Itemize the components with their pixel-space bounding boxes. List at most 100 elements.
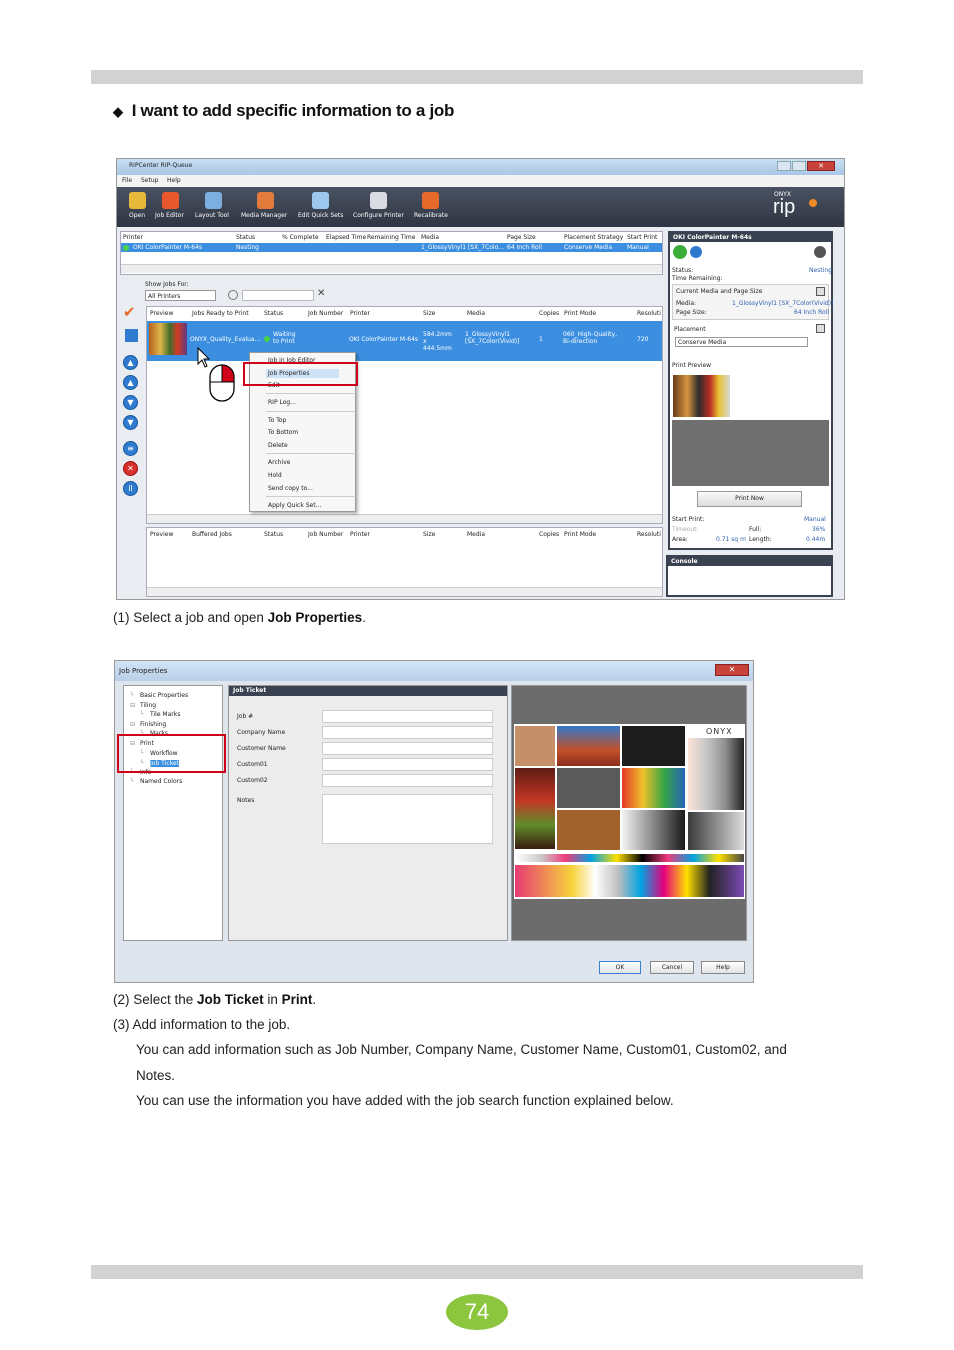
help-button[interactable]: Help bbox=[701, 961, 745, 974]
job-editor-icon[interactable] bbox=[162, 192, 179, 209]
printer-table: Printer Status % Complete Elapsed Time Remai… bbox=[120, 231, 663, 275]
search-input[interactable] bbox=[242, 290, 314, 301]
toolbar-job-editor[interactable]: Job Editor bbox=[155, 212, 184, 219]
printer-row-cell: Conserve Media bbox=[564, 244, 613, 251]
tree-item[interactable]: Tile Marks bbox=[150, 711, 180, 718]
context-menu-item[interactable]: Send copy to... bbox=[268, 485, 313, 492]
context-menu-item[interactable]: To Top bbox=[268, 417, 286, 424]
job-resolution: 720 bbox=[637, 336, 649, 343]
buffered-col-header: Media bbox=[467, 531, 486, 538]
placement-settings-icon[interactable] bbox=[816, 324, 825, 333]
printer-table-scrollbar[interactable] bbox=[121, 264, 662, 273]
check-icon[interactable]: ✔ bbox=[123, 305, 136, 320]
move-top-icon[interactable]: ▲ bbox=[123, 355, 138, 370]
media-manager-icon[interactable] bbox=[257, 192, 274, 209]
menu-help[interactable]: Help bbox=[167, 177, 181, 184]
show-jobs-select[interactable]: All Printers bbox=[145, 290, 216, 301]
menu-separator bbox=[266, 393, 354, 394]
context-menu-item[interactable]: To Bottom bbox=[268, 429, 298, 436]
recalibrate-icon[interactable] bbox=[422, 192, 439, 209]
jobs-col-header: Copies bbox=[539, 310, 560, 317]
context-menu-item[interactable]: Delete bbox=[268, 442, 288, 449]
buffered-col-header: Printer bbox=[350, 531, 370, 538]
field-input[interactable] bbox=[322, 742, 493, 755]
buffered-table-scrollbar[interactable] bbox=[147, 587, 662, 596]
tree-item[interactable]: Finishing bbox=[140, 721, 166, 728]
configure-printer-icon[interactable] bbox=[370, 192, 387, 209]
tree-item[interactable]: Named Colors bbox=[140, 778, 182, 785]
ok-button[interactable]: OK bbox=[599, 961, 641, 974]
menu-setup[interactable]: Setup bbox=[141, 177, 158, 184]
close-button[interactable]: ✕ bbox=[807, 161, 835, 171]
toolbar-media-manager[interactable]: Media Manager bbox=[241, 212, 287, 219]
toolbar-edit-quick-sets[interactable]: Edit Quick Sets bbox=[298, 212, 343, 219]
caption-step-2: (2) Select the Job Ticket in Print. bbox=[113, 992, 317, 1007]
edit-quick-sets-icon[interactable] bbox=[312, 192, 329, 209]
tree-item[interactable]: Tiling bbox=[140, 702, 156, 709]
delete-icon[interactable]: ✕ bbox=[123, 461, 138, 476]
clear-search-icon[interactable]: ✕ bbox=[317, 288, 325, 299]
context-menu-item[interactable]: RIP Log... bbox=[268, 399, 296, 406]
pause-icon[interactable]: ll bbox=[123, 481, 138, 496]
search-icon[interactable] bbox=[228, 290, 238, 300]
dialog-close-button[interactable]: ✕ bbox=[715, 664, 749, 676]
minimize-button[interactable] bbox=[777, 161, 791, 171]
job-properties-screenshot: Job Properties ✕ Basic Properties └ Tiling… bbox=[114, 660, 754, 983]
layout-tool-icon[interactable] bbox=[205, 192, 222, 209]
placement-select[interactable]: Conserve Media bbox=[675, 337, 808, 347]
buffered-col-header: Status bbox=[264, 531, 284, 538]
job-ticket-panel: Job Ticket Job # Company Name Customer Nam… bbox=[228, 685, 508, 941]
header-bar bbox=[91, 70, 863, 84]
context-menu-item[interactable]: Hold bbox=[268, 472, 282, 479]
toolbar-configure-printer[interactable]: Configure Printer bbox=[353, 212, 404, 219]
tree-branch-icon: ⊟ bbox=[130, 721, 136, 728]
waiting-status-icon bbox=[264, 336, 270, 342]
toolbar-recalibrate[interactable]: Recalibrate bbox=[414, 212, 448, 219]
rip-queue-screenshot: RIPCenter RIP-Queue ✕ File Setup Help Op… bbox=[116, 158, 845, 600]
maximize-button[interactable] bbox=[792, 161, 806, 171]
test-image: ONYX bbox=[514, 724, 745, 899]
printer-col-header: Page Size bbox=[507, 234, 536, 241]
menu-separator bbox=[266, 411, 354, 412]
media-settings-icon[interactable] bbox=[816, 287, 825, 296]
printer-col-header: Remaining Time bbox=[367, 234, 416, 241]
edit-icon[interactable] bbox=[125, 329, 138, 342]
copy-icon[interactable]: ≡ bbox=[123, 441, 138, 456]
context-menu-item[interactable]: Archive bbox=[268, 459, 290, 466]
settings-icon[interactable] bbox=[814, 246, 826, 258]
buffered-col-header: Resoluti bbox=[637, 531, 661, 538]
toolbar-open[interactable]: Open bbox=[129, 212, 145, 219]
field-input[interactable] bbox=[322, 726, 493, 739]
console-label: Console bbox=[671, 558, 698, 565]
field-input[interactable] bbox=[322, 710, 493, 723]
info-icon[interactable] bbox=[690, 246, 702, 258]
field-label: Custom02 bbox=[237, 777, 268, 784]
field-input[interactable] bbox=[322, 794, 493, 844]
jobs-col-header: Printer bbox=[350, 310, 370, 317]
job-properties-highlight bbox=[243, 362, 358, 386]
open-icon[interactable] bbox=[129, 192, 146, 209]
field-label: Customer Name bbox=[237, 745, 286, 752]
field-label: Job # bbox=[237, 713, 254, 720]
power-icon[interactable] bbox=[673, 245, 687, 259]
move-bottom-icon[interactable]: ▼ bbox=[123, 415, 138, 430]
job-copies: 1 bbox=[539, 336, 543, 343]
cancel-button[interactable]: Cancel bbox=[650, 961, 694, 974]
move-up-icon[interactable]: ▲ bbox=[123, 375, 138, 390]
jobs-table-scrollbar[interactable] bbox=[147, 514, 662, 523]
toolbar: Open Job Editor Layout Tool Media Manage… bbox=[117, 187, 844, 227]
context-menu-item[interactable]: Apply Quick Set... bbox=[268, 502, 321, 509]
status-value: Nesting bbox=[809, 267, 832, 274]
job-preview-thumbnail bbox=[149, 323, 187, 355]
field-input[interactable] bbox=[322, 758, 493, 771]
move-down-icon[interactable]: ▼ bbox=[123, 395, 138, 410]
onyx-brand: ONYX bbox=[706, 727, 733, 736]
field-input[interactable] bbox=[322, 774, 493, 787]
printer-row-cell: Manual bbox=[627, 244, 649, 251]
tree-item[interactable]: Basic Properties bbox=[140, 692, 188, 699]
menu-file[interactable]: File bbox=[122, 177, 132, 184]
printer-col-header: Status bbox=[236, 234, 256, 241]
toolbar-layout-tool[interactable]: Layout Tool bbox=[195, 212, 229, 219]
caption-step-3: (3) Add information to the job. bbox=[113, 1017, 291, 1032]
print-now-button[interactable]: Print Now bbox=[697, 491, 802, 507]
